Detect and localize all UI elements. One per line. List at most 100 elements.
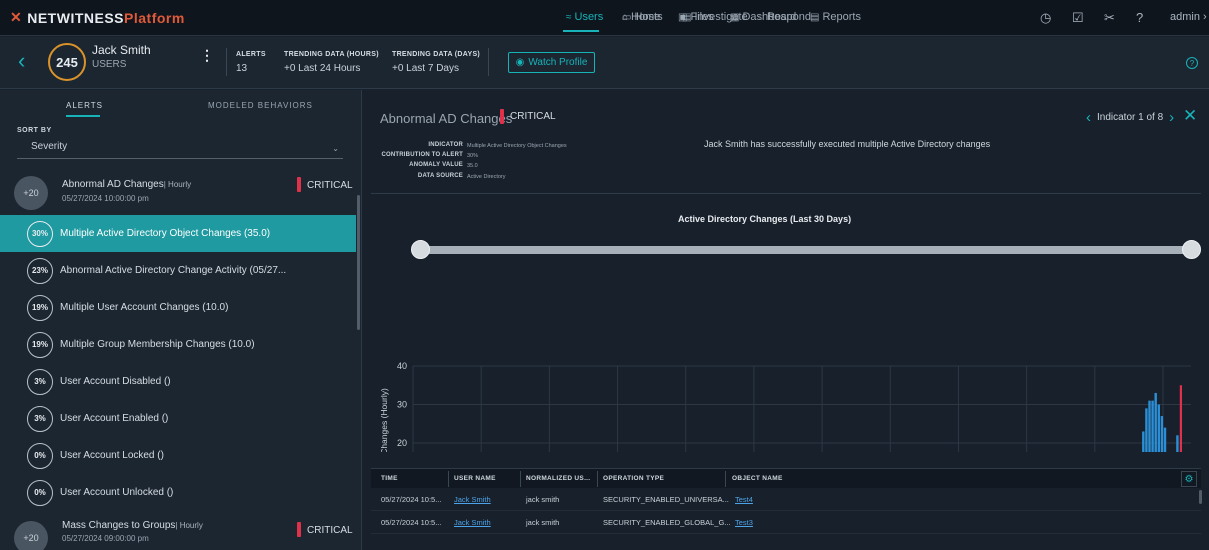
severity-label: CRITICAL (307, 180, 353, 191)
column-divider (520, 471, 521, 487)
indicator-label: User Account Unlocked () (60, 487, 174, 498)
cell-user-name-link[interactable]: Jack Smith (454, 518, 491, 527)
tools-icon[interactable]: ✂ (1104, 10, 1115, 26)
sort-value: Severity (31, 141, 68, 152)
table-scrollbar[interactable] (1199, 490, 1202, 504)
indicator-label: Abnormal Active Directory Change Activit… (60, 265, 287, 276)
chart-y-tick-label: 40 (397, 361, 407, 371)
watch-profile-button[interactable]: ◉ Watch Profile (508, 52, 595, 73)
cell-operation-type: SECURITY_ENABLED_UNIVERSA... (603, 495, 729, 504)
header-divider (226, 48, 227, 76)
nav-users[interactable]: ≈ Users (566, 11, 603, 23)
indicator-contribution: 3% (27, 405, 53, 432)
column-header-user-name[interactable]: USER NAME (454, 475, 496, 482)
nav-reports[interactable]: ▤ Reports (810, 11, 861, 23)
meta-key: ANOMALY VALUE (409, 162, 463, 168)
sort-select[interactable]: Severity ⌄ (17, 141, 343, 159)
trending-hours-label: TRENDING DATA (HOURS) (284, 51, 379, 58)
column-header-normalized-user[interactable]: NORMALIZED US... (526, 475, 590, 482)
trending-hours-value: +0 Last 24 Hours (284, 63, 361, 74)
chevron-right-icon: › (1203, 11, 1207, 23)
timer-icon[interactable]: ◷ (1040, 10, 1051, 26)
range-start-handle[interactable] (411, 240, 430, 259)
indicator-contribution: 3% (27, 368, 53, 395)
indicator-row[interactable]: 30% Multiple Active Directory Object Cha… (0, 215, 356, 252)
checklist-icon[interactable]: ☑ (1072, 10, 1084, 26)
column-header-time[interactable]: TIME (381, 475, 398, 482)
chart-bar (1151, 400, 1154, 452)
close-icon[interactable]: ✕ (1183, 106, 1197, 126)
header-divider (488, 48, 489, 76)
alert-score-badge: +20 (14, 521, 48, 550)
user-menu[interactable]: admin › (1170, 11, 1207, 23)
indicator-contribution: 23% (27, 257, 53, 284)
back-chevron-icon[interactable]: ‹ (18, 50, 25, 72)
indicator-row[interactable]: 0% User Account Locked () (0, 437, 356, 474)
meta-value: Active Directory (467, 174, 506, 180)
alert-group[interactable]: +20 Abnormal AD Changes| Hourly 05/27/20… (0, 175, 356, 219)
previous-indicator-icon[interactable]: ‹ (1086, 109, 1091, 126)
cell-object-name-link[interactable]: Test3 (735, 518, 753, 527)
indicator-row[interactable]: 23% Abnormal Active Directory Change Act… (0, 252, 356, 289)
indicator-pager-label: Indicator 1 of 8 (1097, 112, 1164, 123)
next-indicator-icon[interactable]: › (1169, 109, 1174, 126)
entity-type: USERS (92, 59, 127, 70)
indicator-contribution: 19% (27, 331, 53, 358)
trending-days-value: +0 Last 7 Days (392, 63, 459, 74)
indicator-label: Multiple Group Membership Changes (10.0) (60, 339, 255, 350)
column-header-object-name[interactable]: OBJECT NAME (732, 475, 783, 482)
nav-active-underline (563, 30, 599, 32)
cell-normalized-user: jack smith (526, 495, 560, 504)
netwitness-logo[interactable]: ✕ NETWITNESSPlatform (10, 9, 185, 26)
help-icon[interactable]: ? (1186, 57, 1198, 69)
severity-bar (297, 177, 301, 192)
chart-bar (1176, 435, 1179, 452)
events-table-header: TIME USER NAME NORMALIZED US... OPERATIO… (371, 468, 1201, 488)
indicator-row[interactable]: 0% User Account Unlocked () (0, 474, 356, 511)
nav-hosts[interactable]: ▭ Hosts (622, 11, 663, 23)
indicator-row[interactable]: 19% Multiple User Account Changes (10.0) (0, 289, 356, 326)
indicator-label: User Account Locked () (60, 450, 164, 461)
entity-name: Jack Smith (92, 43, 151, 57)
divider (371, 193, 1201, 194)
alert-group[interactable]: +20 Mass Changes to Groups| Hourly 05/27… (0, 513, 356, 550)
top-navbar: ✕ NETWITNESSPlatform ⌂ Home ▤ Investigate … (0, 0, 1209, 36)
cell-time: 05/27/2024 10:5... (381, 518, 442, 527)
help-menu-icon[interactable]: ? (1136, 10, 1143, 25)
cell-normalized-user: jack smith (526, 518, 560, 527)
tab-modeled-behaviors[interactable]: MODELED BEHAVIORS (208, 101, 313, 110)
nav-files[interactable]: ▣ Files (678, 11, 714, 23)
files-icon: ▣ (678, 11, 688, 23)
gear-icon[interactable]: ⚙ (1181, 471, 1197, 487)
chevron-down-icon: ⌄ (332, 144, 339, 153)
table-row[interactable]: 05/27/2024 10:5... Jack Smith jack smith… (371, 489, 1201, 511)
chart-bar (1148, 400, 1151, 452)
tab-alerts[interactable]: ALERTS (66, 101, 103, 110)
chart-y-tick-label: 30 (397, 400, 407, 410)
chart-title: Active Directory Changes (Last 30 Days) (678, 214, 852, 224)
entity-header: ‹ 245 Jack Smith USERS ⋮ ALERTS 13 TREND… (0, 37, 1209, 89)
range-end-handle[interactable] (1182, 240, 1201, 259)
more-options-icon[interactable]: ⋮ (200, 47, 214, 64)
indicator-row[interactable]: 3% User Account Disabled () (0, 363, 356, 400)
left-scrollbar[interactable] (357, 195, 360, 330)
alert-date: 05/27/2024 10:00:00 pm (62, 194, 149, 203)
indicator-row[interactable]: 3% User Account Enabled () (0, 400, 356, 437)
indicator-contribution: 0% (27, 479, 53, 506)
cell-user-name-link[interactable]: Jack Smith (454, 495, 491, 504)
time-range-slider[interactable] (419, 246, 1192, 254)
users-icon: ≈ (566, 11, 572, 23)
indicator-contribution: 30% (27, 220, 53, 247)
chart-bar (1157, 404, 1160, 452)
detail-alert-title: Abnormal AD Changes (380, 111, 513, 126)
alert-name: Mass Changes to Groups| Hourly (62, 520, 203, 531)
chart-y-axis-label: Sum of AD Changes (Hourly) (379, 388, 389, 452)
column-header-operation-type[interactable]: OPERATION TYPE (603, 475, 664, 482)
table-row[interactable]: 05/27/2024 10:5... Jack Smith jack smith… (371, 512, 1201, 534)
nav-dashboard[interactable]: ▦ Dashboard (730, 11, 796, 23)
indicator-contribution: 0% (27, 442, 53, 469)
chart-bar (1163, 427, 1167, 452)
indicator-description: Jack Smith has successfully executed mul… (704, 139, 991, 149)
indicator-row[interactable]: 19% Multiple Group Membership Changes (1… (0, 326, 356, 363)
cell-object-name-link[interactable]: Test4 (735, 495, 753, 504)
